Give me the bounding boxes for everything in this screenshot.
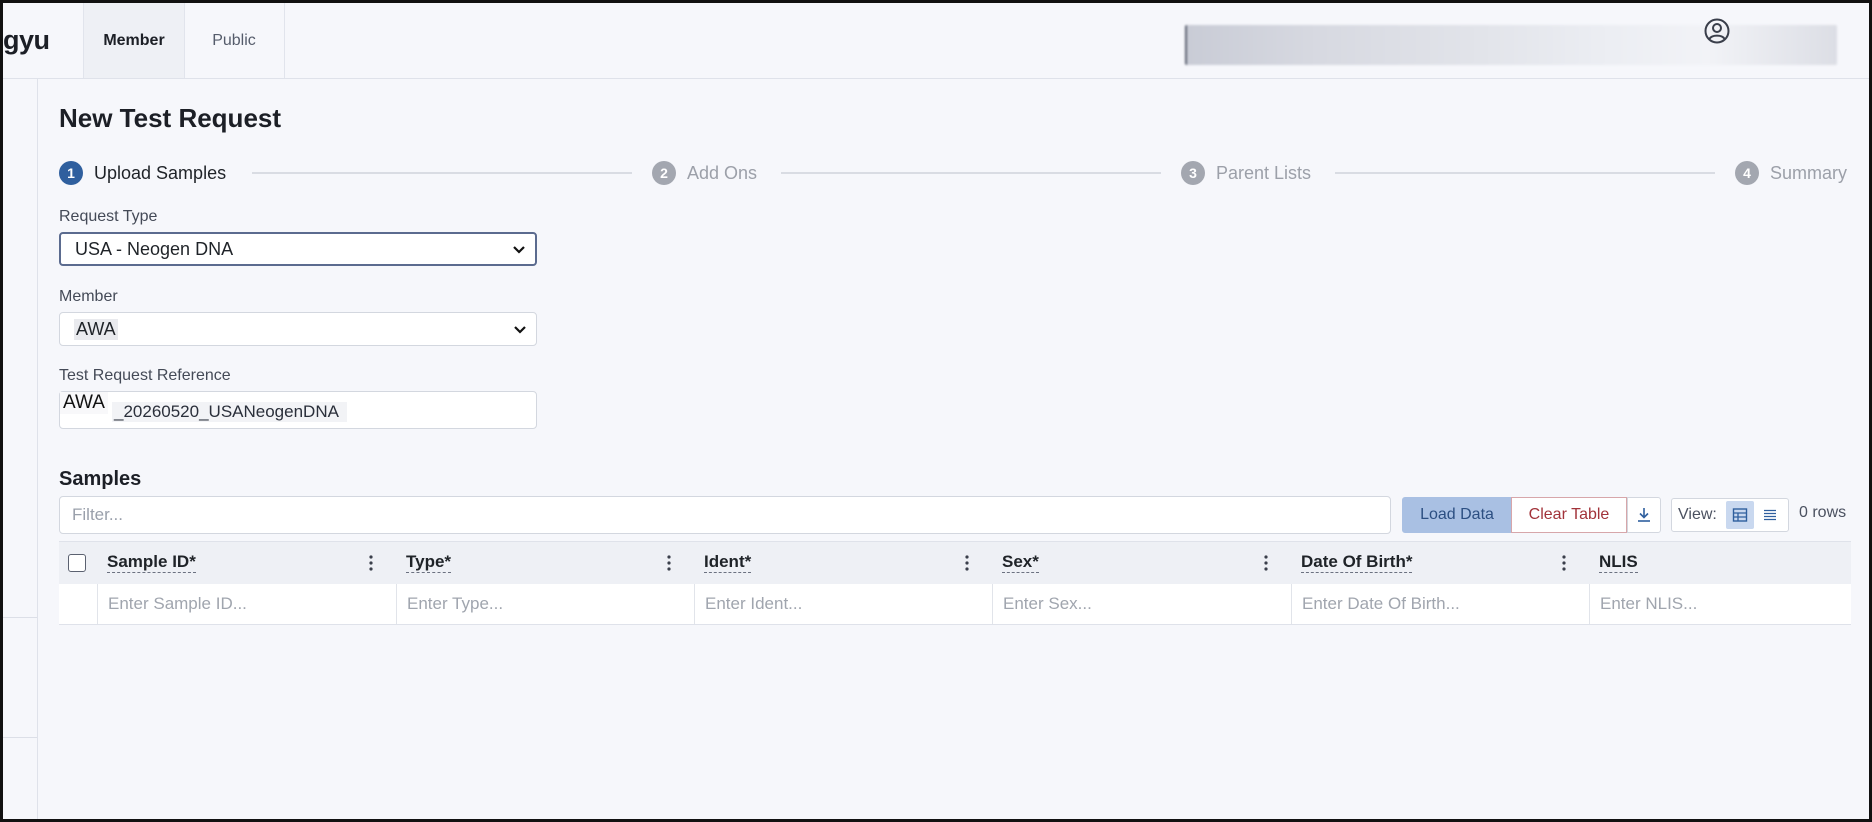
view-grid-button[interactable]	[1726, 501, 1754, 529]
reference-label: Test Request Reference	[59, 367, 231, 384]
column-header-sex: Sex*	[992, 542, 1291, 584]
top-bar: gyu Member Public	[3, 3, 1869, 79]
tab-public[interactable]: Public	[184, 3, 285, 78]
step-label: Add Ons	[687, 162, 758, 183]
clear-table-label: Clear Table	[1528, 506, 1610, 523]
column-menu-icon[interactable]	[964, 553, 970, 573]
clear-table-button[interactable]: Clear Table	[1511, 497, 1627, 533]
sample-id-input[interactable]	[98, 584, 396, 624]
samples-filter-input[interactable]	[59, 496, 1391, 534]
step-connector	[1335, 172, 1715, 174]
member-select[interactable]: AWA	[59, 312, 537, 346]
request-type-label: Request Type	[59, 208, 158, 225]
chevron-down-icon	[513, 246, 525, 254]
brand-logo-text: gyu	[3, 25, 50, 55]
column-menu-icon[interactable]	[1263, 553, 1269, 573]
tab-member[interactable]: Member	[83, 3, 185, 78]
column-menu-icon[interactable]	[666, 553, 672, 573]
request-type-select[interactable]: USA - Neogen DNA	[59, 232, 537, 266]
load-data-label: Load Data	[1420, 506, 1494, 523]
select-all-checkbox[interactable]	[68, 554, 86, 572]
step-number: 4	[1735, 161, 1759, 185]
step-number: 2	[652, 161, 676, 185]
column-header-label[interactable]: Type*	[406, 552, 452, 573]
reference-suffix: _20260520_USANeogenDNA	[112, 402, 347, 422]
view-label: View:	[1678, 506, 1717, 523]
column-header-label[interactable]: NLIS	[1599, 552, 1638, 573]
app-window: gyu Member Public New Test Request 1 Upl…	[0, 0, 1872, 822]
row-checkbox-cell	[59, 584, 97, 624]
member-value: AWA	[74, 318, 118, 340]
step-label: Upload Samples	[94, 162, 227, 183]
request-type-value: USA - Neogen DNA	[75, 238, 234, 259]
cell-date-of-birth	[1291, 584, 1589, 624]
cell-ident	[694, 584, 992, 624]
rail-divider	[3, 737, 37, 738]
step-parent-lists[interactable]: 3 Parent Lists	[1181, 159, 1311, 187]
select-all-cell	[59, 542, 97, 584]
column-header-label[interactable]: Sex*	[1002, 552, 1039, 573]
step-upload-samples[interactable]: 1 Upload Samples	[59, 159, 226, 187]
type-input[interactable]	[397, 584, 694, 624]
table-header: Sample ID* Type* Ident* Sex* Date Of Bir…	[59, 541, 1851, 585]
member-label: Member	[59, 288, 118, 305]
cell-type	[396, 584, 694, 624]
reference-input[interactable]: AWA _20260520_USANeogenDNA	[59, 391, 537, 429]
table-grid-icon	[1732, 508, 1748, 522]
column-header-sample-id: Sample ID*	[97, 542, 396, 584]
samples-section-title: Samples	[59, 468, 142, 490]
table-row-new-entry	[59, 584, 1851, 625]
progress-stepper: 1 Upload Samples 2 Add Ons 3 Parent List…	[59, 159, 1851, 187]
step-label: Summary	[1770, 162, 1848, 183]
column-header-label[interactable]: Ident*	[704, 552, 752, 573]
column-header-type: Type*	[396, 542, 694, 584]
view-toggle-group: View:	[1671, 498, 1789, 532]
rail-divider	[3, 617, 37, 618]
row-count: 0 rows	[1799, 504, 1847, 521]
cell-sex	[992, 584, 1291, 624]
step-summary[interactable]: 4 Summary	[1735, 159, 1847, 187]
column-header-label[interactable]: Date Of Birth*	[1301, 552, 1413, 573]
reference-prefix: AWA	[60, 392, 108, 414]
tab-member-label: Member	[103, 31, 165, 49]
load-data-button[interactable]: Load Data	[1402, 497, 1512, 533]
user-account-icon[interactable]	[1703, 17, 1731, 45]
column-header-date-of-birth: Date Of Birth*	[1291, 542, 1589, 584]
step-label: Parent Lists	[1216, 162, 1312, 183]
redacted-search-area	[1185, 25, 1837, 65]
page-title: New Test Request	[59, 103, 282, 133]
column-header-label[interactable]: Sample ID*	[107, 552, 196, 573]
column-menu-icon[interactable]	[1561, 553, 1567, 573]
download-button[interactable]	[1627, 497, 1661, 533]
step-connector	[252, 172, 632, 174]
view-list-button[interactable]	[1756, 501, 1784, 529]
list-icon	[1764, 509, 1776, 521]
cell-sample-id	[97, 584, 396, 624]
step-number: 1	[59, 161, 83, 185]
sex-input[interactable]	[993, 584, 1291, 624]
ident-input[interactable]	[695, 584, 992, 624]
step-add-ons[interactable]: 2 Add Ons	[652, 159, 757, 187]
step-connector	[781, 172, 1161, 174]
cell-nlis	[1589, 584, 1851, 624]
date-of-birth-input[interactable]	[1292, 584, 1589, 624]
download-icon	[1638, 508, 1650, 522]
chevron-down-icon	[514, 326, 526, 334]
column-menu-icon[interactable]	[368, 553, 374, 573]
left-sidebar-rail	[3, 79, 38, 819]
tab-public-label: Public	[212, 31, 256, 49]
nlis-input[interactable]	[1590, 584, 1851, 624]
samples-table: Sample ID* Type* Ident* Sex* Date Of Bir…	[59, 541, 1851, 626]
step-number: 3	[1181, 161, 1205, 185]
column-header-ident: Ident*	[694, 542, 992, 584]
column-header-nlis: NLIS	[1589, 542, 1851, 584]
